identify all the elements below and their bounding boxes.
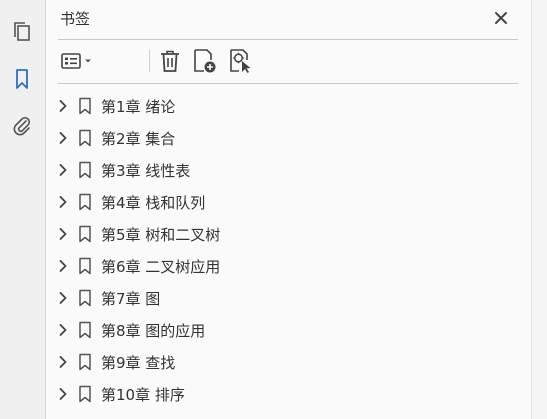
bookmark-icon xyxy=(79,97,91,115)
chevron-right-icon xyxy=(59,260,67,272)
chevron-right-icon xyxy=(59,292,67,304)
new-bookmark-button[interactable] xyxy=(192,48,218,74)
bookmark-label: 第9章 查找 xyxy=(101,354,176,372)
chevron-right-icon xyxy=(59,132,67,144)
chevron-right-icon xyxy=(59,164,67,176)
chevron-right-icon xyxy=(59,324,67,336)
bookmark-icon xyxy=(16,69,28,89)
toolbar-separator xyxy=(149,50,150,72)
bookmark-label: 第8章 图的应用 xyxy=(101,322,206,340)
expand-toggle[interactable] xyxy=(56,163,70,177)
bookmark-item[interactable]: 第6章 二叉树应用 xyxy=(46,250,516,282)
header-divider xyxy=(58,39,518,40)
bookmarks-button[interactable] xyxy=(8,65,36,93)
bookmark-item[interactable]: 第1章 绪论 xyxy=(46,90,516,122)
panel-header: 书签 xyxy=(46,0,531,38)
bookmark-icon xyxy=(79,225,91,243)
attachments-button[interactable] xyxy=(8,112,36,140)
bookmark-item[interactable]: 第10章 排序 xyxy=(46,378,516,410)
new-bookmark-icon xyxy=(194,49,216,73)
expand-toggle[interactable] xyxy=(56,291,70,305)
pages-button[interactable] xyxy=(8,18,36,46)
bookmark-icon xyxy=(79,353,91,371)
pages-icon xyxy=(14,22,30,41)
bookmark-item[interactable]: 第9章 查找 xyxy=(46,346,516,378)
close-panel-button[interactable] xyxy=(492,9,510,27)
bookmark-item[interactable]: 第8章 图的应用 xyxy=(46,314,516,346)
bookmark-label: 第6章 二叉树应用 xyxy=(101,258,221,276)
chevron-right-icon xyxy=(59,228,67,240)
panel-title: 书签 xyxy=(60,10,91,28)
expand-toggle[interactable] xyxy=(56,131,70,145)
expand-toggle[interactable] xyxy=(56,323,70,337)
close-icon xyxy=(495,12,507,24)
attachment-icon xyxy=(13,116,31,136)
chevron-right-icon xyxy=(59,100,67,112)
chevron-right-icon xyxy=(59,196,67,208)
bookmark-icon xyxy=(79,289,91,307)
bookmark-label: 第7章 图 xyxy=(101,290,161,308)
bookmark-icon xyxy=(79,385,91,403)
bookmark-label: 第1章 绪论 xyxy=(101,98,176,116)
bookmark-label: 第10章 排序 xyxy=(101,386,185,404)
expand-toggle[interactable] xyxy=(56,195,70,209)
bookmark-item[interactable]: 第5章 树和二叉树 xyxy=(46,218,516,250)
bookmark-label: 第5章 树和二叉树 xyxy=(101,226,221,244)
bookmark-icon xyxy=(79,161,91,179)
bookmark-icon xyxy=(79,129,91,147)
options-menu-button[interactable] xyxy=(60,48,96,74)
bookmark-item[interactable]: 第3章 线性表 xyxy=(46,154,516,186)
expand-toggle[interactable] xyxy=(56,387,70,401)
bookmark-from-selection-button[interactable] xyxy=(228,48,254,74)
bookmark-item[interactable]: 第2章 集合 xyxy=(46,122,516,154)
bookmark-item[interactable]: 第4章 栈和队列 xyxy=(46,186,516,218)
bookmarks-panel: 书签 第1章 绪论 第2章 集合 第3章 线性表 第4章 栈和队列 第5章 树和… xyxy=(46,0,531,419)
bookmark-label: 第3章 线性表 xyxy=(101,162,191,180)
navigation-rail xyxy=(0,0,46,419)
chevron-right-icon xyxy=(59,356,67,368)
expand-toggle[interactable] xyxy=(56,259,70,273)
delete-bookmark-button[interactable] xyxy=(158,48,182,74)
chevron-right-icon xyxy=(59,388,67,400)
bookmark-icon xyxy=(79,257,91,275)
expand-toggle[interactable] xyxy=(56,355,70,369)
bookmark-item[interactable]: 第7章 图 xyxy=(46,282,516,314)
bookmarks-toolbar xyxy=(58,46,518,76)
bookmark-label: 第2章 集合 xyxy=(101,130,176,148)
bookmark-label: 第4章 栈和队列 xyxy=(101,194,206,212)
bookmark-icon xyxy=(79,193,91,211)
toolbar-divider xyxy=(58,83,518,84)
bookmark-icon xyxy=(79,321,91,339)
bookmark-from-selection-icon xyxy=(230,49,251,73)
delete-icon xyxy=(161,50,179,72)
options-menu-icon xyxy=(61,53,91,69)
expand-toggle[interactable] xyxy=(56,227,70,241)
panel-edge xyxy=(531,0,547,419)
expand-toggle[interactable] xyxy=(56,99,70,113)
